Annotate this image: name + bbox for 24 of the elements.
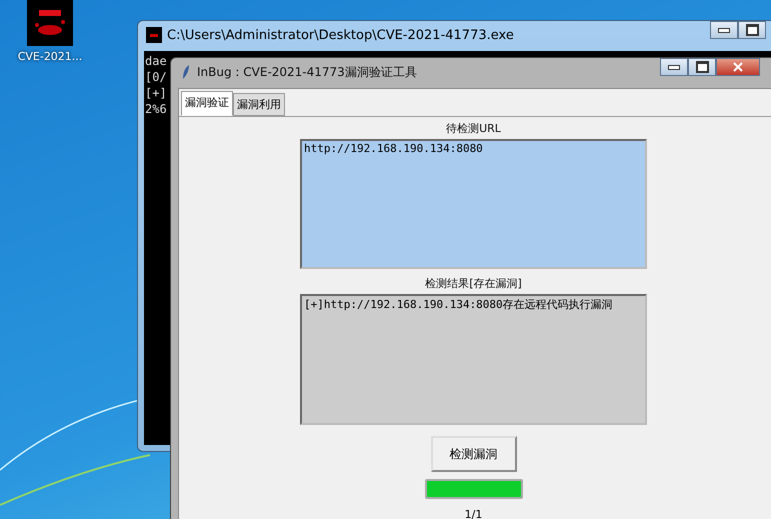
progress-count: 1/1: [464, 508, 482, 519]
console-line: dae: [145, 53, 167, 69]
result-text-field[interactable]: [+]http://192.168.190.134:8080存在远程代码执行漏洞: [300, 294, 647, 425]
window-title: C:\Users\Administrator\Desktop\CVE-2021-41773.exe: [167, 28, 514, 42]
app-icon[interactable]: [27, 0, 73, 46]
close-button[interactable]: [716, 58, 760, 76]
console-icon: [146, 27, 162, 43]
url-input-field[interactable]: http://192.168.190.134:8080: [300, 139, 647, 269]
minimize-button[interactable]: [710, 21, 738, 39]
tab[interactable]: 漏洞验证: [181, 91, 233, 116]
maximize-button[interactable]: [688, 58, 716, 76]
console-line: 2%6: [145, 101, 167, 117]
minimize-button[interactable]: [660, 58, 688, 76]
tab[interactable]: 漏洞利用: [233, 93, 285, 116]
window-title: InBug : CVE-2021-41773漏洞验证工具: [197, 64, 417, 80]
detect-button[interactable]: 检测漏洞: [430, 436, 516, 472]
close-icon: [733, 62, 743, 72]
field-label: 检测结果[存在漏洞]: [425, 276, 522, 291]
console-line: [+]: [145, 85, 167, 101]
feather-icon: [181, 64, 191, 80]
field-label: 待检测URL: [446, 121, 501, 136]
maximize-button[interactable]: [738, 21, 766, 39]
console-line: [0/: [145, 69, 167, 85]
desktop-icon-label: CVE-2021...: [18, 50, 82, 63]
